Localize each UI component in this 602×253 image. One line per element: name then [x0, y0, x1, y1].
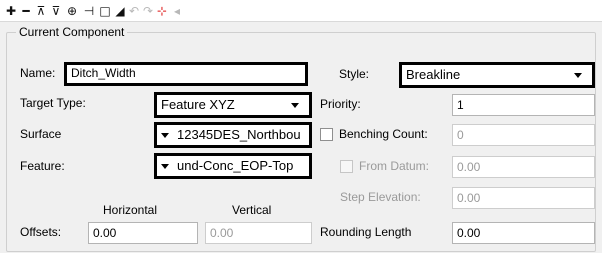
name-field[interactable]: Ditch_Width	[64, 62, 308, 86]
chevron-down-icon	[161, 163, 169, 169]
from-datum-label: From Datum:	[359, 159, 430, 173]
chevron-down-icon	[291, 102, 299, 108]
rounding-length-label: Rounding Length	[320, 225, 412, 239]
surface-label: Surface	[20, 127, 62, 141]
remove-icon[interactable]: ━	[18, 3, 34, 19]
surface-value: 12345DES_Northbou	[177, 127, 301, 142]
add-icon[interactable]: ✚	[3, 3, 19, 19]
feature-label: Feature:	[20, 159, 65, 173]
benching-count-checkbox[interactable]	[320, 128, 333, 141]
join-icon[interactable]: ⊣	[81, 3, 97, 19]
name-label: Name:	[20, 66, 56, 80]
feature-dropdown[interactable]: und-Conc_EOP-Top	[154, 153, 312, 179]
style-label: Style:	[339, 67, 370, 81]
group-title: Current Component	[16, 25, 128, 39]
style-dropdown[interactable]: Breakline	[399, 62, 595, 88]
feature-value: und-Conc_EOP-Top	[177, 158, 294, 173]
step-elevation-label: Step Elevation:	[340, 190, 421, 204]
surface-dropdown[interactable]: 12345DES_Northbou	[154, 122, 312, 148]
split-icon[interactable]: ⊕	[64, 3, 80, 19]
toolbar: ✚ ━ ⊼ ⊽ ⊕ ⊣ □ ◢ ↶ ↷ ⊹ ◂	[0, 0, 602, 22]
vertical-offset-field[interactable]: 0.00	[205, 222, 312, 244]
priority-label: Priority:	[320, 97, 361, 111]
offsets-label: Offsets:	[20, 225, 62, 239]
close-shape-icon[interactable]: □	[97, 3, 113, 19]
horizontal-header: Horizontal	[103, 203, 158, 217]
from-datum-field[interactable]: 0.00	[452, 156, 595, 178]
benching-count-field[interactable]: 0	[452, 124, 595, 146]
collapse-icon[interactable]: ◂	[169, 3, 185, 19]
chevron-down-icon	[574, 72, 582, 78]
horizontal-offset-field[interactable]: 0.00	[88, 222, 198, 244]
priority-field[interactable]: 1	[452, 94, 595, 116]
target-type-dropdown[interactable]: Feature XYZ	[154, 92, 312, 118]
style-value: Breakline	[406, 67, 461, 82]
from-datum-checkbox[interactable]	[340, 160, 353, 173]
benching-count-label: Benching Count:	[339, 127, 428, 141]
vertical-header: Vertical	[232, 203, 272, 217]
target-type-value: Feature XYZ	[161, 97, 235, 112]
target-type-label: Target Type:	[20, 96, 86, 110]
rounding-length-field[interactable]: 0.00	[452, 222, 595, 244]
step-elevation-field[interactable]: 0.00	[452, 187, 595, 209]
insert-below-icon[interactable]: ⊽	[48, 3, 64, 19]
chevron-down-icon	[161, 132, 169, 138]
point-icon[interactable]: ⊹	[154, 3, 170, 19]
insert-above-icon[interactable]: ⊼	[33, 3, 49, 19]
